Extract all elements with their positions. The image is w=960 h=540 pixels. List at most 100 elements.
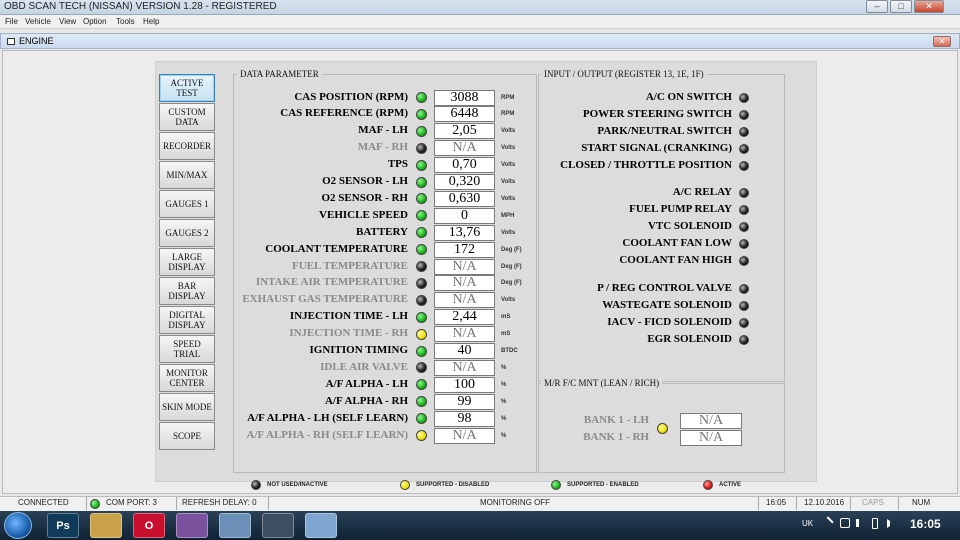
param-status-icon <box>416 430 427 441</box>
io-label-power-steering-switch: POWER STEERING SWITCH <box>582 108 732 120</box>
param-unit: % <box>501 381 507 388</box>
nav-button-min-max[interactable]: MIN/MAX <box>159 161 215 189</box>
network-icon[interactable] <box>856 519 866 527</box>
status-separator <box>176 497 177 510</box>
connection-status: CONNECTED <box>18 498 69 507</box>
settings-tool-icon[interactable] <box>219 513 251 538</box>
io-status-icon <box>739 161 749 171</box>
obd-app-icon[interactable] <box>262 513 294 538</box>
file-explorer-icon[interactable] <box>90 513 122 538</box>
io-label-egr-solenoid: EGR SOLENOID <box>647 333 732 345</box>
io-status-icon <box>739 301 749 311</box>
param-status-icon <box>416 159 427 171</box>
engine-window-title: ENGINE <box>19 36 54 46</box>
menu-help[interactable]: Help <box>143 17 159 26</box>
bank-value-bank-1-lh: N/A <box>680 413 742 429</box>
io-status-icon <box>739 335 749 345</box>
io-label-iacv-ficd-solenoid: IACV - FICD SOLENOID <box>607 316 732 328</box>
io-label-wastegate-solenoid: WASTEGATE SOLENOID <box>602 299 732 311</box>
monitoring-status: MONITORING OFF <box>480 498 551 507</box>
nav-button-skin-mode[interactable]: SKIN MODE <box>159 393 215 421</box>
battery-icon[interactable] <box>872 518 878 529</box>
param-value-ignition-timing: 40 <box>434 343 495 359</box>
io-label-park-neutral-switch: PARK/NEUTRAL SWITCH <box>597 125 732 137</box>
nav-button-digital-display[interactable]: DIGITAL DISPLAY <box>159 306 215 334</box>
bank-label-bank-1-rh: BANK 1 - RH <box>583 431 649 443</box>
engine-window-titlebar: ENGINE ✕ <box>0 33 960 49</box>
io-status-icon <box>739 205 749 215</box>
io-title: INPUT / OUTPUT (REGISTER 13, 1E, 1F) <box>541 69 707 79</box>
io-label-coolant-fan-high: COOLANT FAN HIGH <box>619 254 732 266</box>
param-status-icon <box>416 108 427 120</box>
io-status-icon <box>739 318 749 328</box>
param-label-a-f-alpha-rh: A/F ALPHA - RH <box>324 394 408 407</box>
io-status-icon <box>739 284 749 294</box>
param-label-a-f-alpha-lh-self-learn: A/F ALPHA - LH (SELF LEARN) <box>247 411 408 424</box>
nav-button-recorder[interactable]: RECORDER <box>159 132 215 160</box>
param-label-idle-air-valve: IDLE AIR VALVE <box>320 360 408 373</box>
io-label-start-signal-cranking: START SIGNAL (CRANKING) <box>581 142 732 154</box>
io-status-icon <box>739 256 749 266</box>
io-label-p-reg-control-valve: P / REG CONTROL VALVE <box>597 282 732 294</box>
io-status-icon <box>739 110 749 120</box>
num-indicator: NUM <box>912 498 931 507</box>
param-value-idle-air-valve: N/A <box>434 359 495 376</box>
param-unit: % <box>501 364 507 371</box>
action-center-icon[interactable] <box>840 518 850 528</box>
maximize-button[interactable]: □ <box>890 0 912 13</box>
nav-button-custom-data[interactable]: CUSTOM DATA <box>159 103 215 131</box>
viber-icon[interactable] <box>176 513 208 538</box>
mrfc-title: M/R F/C MNT (LEAN / RICH) <box>541 378 663 388</box>
nav-button-gauges-2[interactable]: GAUGES 2 <box>159 219 215 247</box>
nav-button-monitor-center[interactable]: MONITOR CENTER <box>159 364 215 392</box>
param-unit: % <box>501 415 507 422</box>
menu-file[interactable]: File <box>5 17 18 26</box>
volume-icon[interactable] <box>887 519 896 528</box>
nav-button-speed-trial[interactable]: SPEED TRIAL <box>159 335 215 363</box>
menu-vehicle[interactable]: Vehicle <box>25 17 51 26</box>
param-status-icon <box>416 176 427 188</box>
io-label-vtc-solenoid: VTC SOLENOID <box>647 220 732 232</box>
param-label-o2-sensor-lh: O2 SENSOR - LH <box>322 175 408 187</box>
engine-window-close-button[interactable]: ✕ <box>933 36 951 47</box>
nav-button-bar-display[interactable]: BAR DISPLAY <box>159 277 215 305</box>
start-button-icon[interactable] <box>4 512 32 539</box>
io-status-icon <box>739 144 749 154</box>
param-label-coolant-temperature: COOLANT TEMPERATURE <box>265 242 408 255</box>
legend-green-icon <box>551 480 561 490</box>
nav-button-large-display[interactable]: LARGE DISPLAY <box>159 248 215 276</box>
language-indicator[interactable]: UK <box>802 519 813 528</box>
param-unit: % <box>501 432 507 439</box>
close-button[interactable]: ✕ <box>914 0 944 13</box>
nav-button-gauges-1[interactable]: GAUGES 1 <box>159 190 215 218</box>
paint-icon[interactable] <box>305 513 337 538</box>
menu-view[interactable]: View <box>59 17 76 26</box>
param-value-a-f-alpha-lh: 100 <box>434 376 495 393</box>
legend-label-supported-disabled: SUPPORTED - DISABLED <box>416 482 490 488</box>
param-label-intake-air-temperature: INTAKE AIR TEMPERATURE <box>255 276 408 289</box>
io-label-coolant-fan-low: COOLANT FAN LOW <box>622 237 732 249</box>
param-label-exhaust-gas-temperature: EXHAUST GAS TEMPERATURE <box>242 293 408 306</box>
nav-button-active-test[interactable]: ACTIVE TEST <box>159 74 215 102</box>
status-date: 12.10.2016 <box>804 498 845 507</box>
photoshop-icon[interactable]: Ps <box>47 513 79 538</box>
legend-label-not-used-inactive: NOT USED/INACTIVE <box>267 482 328 488</box>
param-value-a-f-alpha-rh: 99 <box>434 393 495 410</box>
status-separator <box>850 497 851 510</box>
io-label-fuel-pump-relay: FUEL PUMP RELAY <box>629 203 732 215</box>
taskbar-clock[interactable]: 16:05 <box>910 517 941 531</box>
param-label-o2-sensor-rh: O2 SENSOR - RH <box>321 191 409 204</box>
menu-tools[interactable]: Tools <box>116 17 135 26</box>
bank-label-bank-1-lh: BANK 1 - LH <box>583 414 649 426</box>
nav-button-scope[interactable]: SCOPE <box>159 422 215 450</box>
param-label-cas-position-rpm: CAS POSITION (RPM) <box>294 90 408 103</box>
param-label-ignition-timing: IGNITION TIMING <box>309 344 408 356</box>
minimize-button[interactable]: – <box>866 0 888 13</box>
status-separator <box>898 497 899 510</box>
opera-icon[interactable]: O <box>133 513 165 538</box>
legend-label-supported-enabled: SUPPORTED - ENABLED <box>567 482 639 488</box>
param-label-a-f-alpha-lh: A/F ALPHA - LH <box>325 377 408 390</box>
io-status-icon <box>739 239 749 249</box>
menu-option[interactable]: Option <box>83 17 107 26</box>
io-status-icon <box>739 188 749 198</box>
